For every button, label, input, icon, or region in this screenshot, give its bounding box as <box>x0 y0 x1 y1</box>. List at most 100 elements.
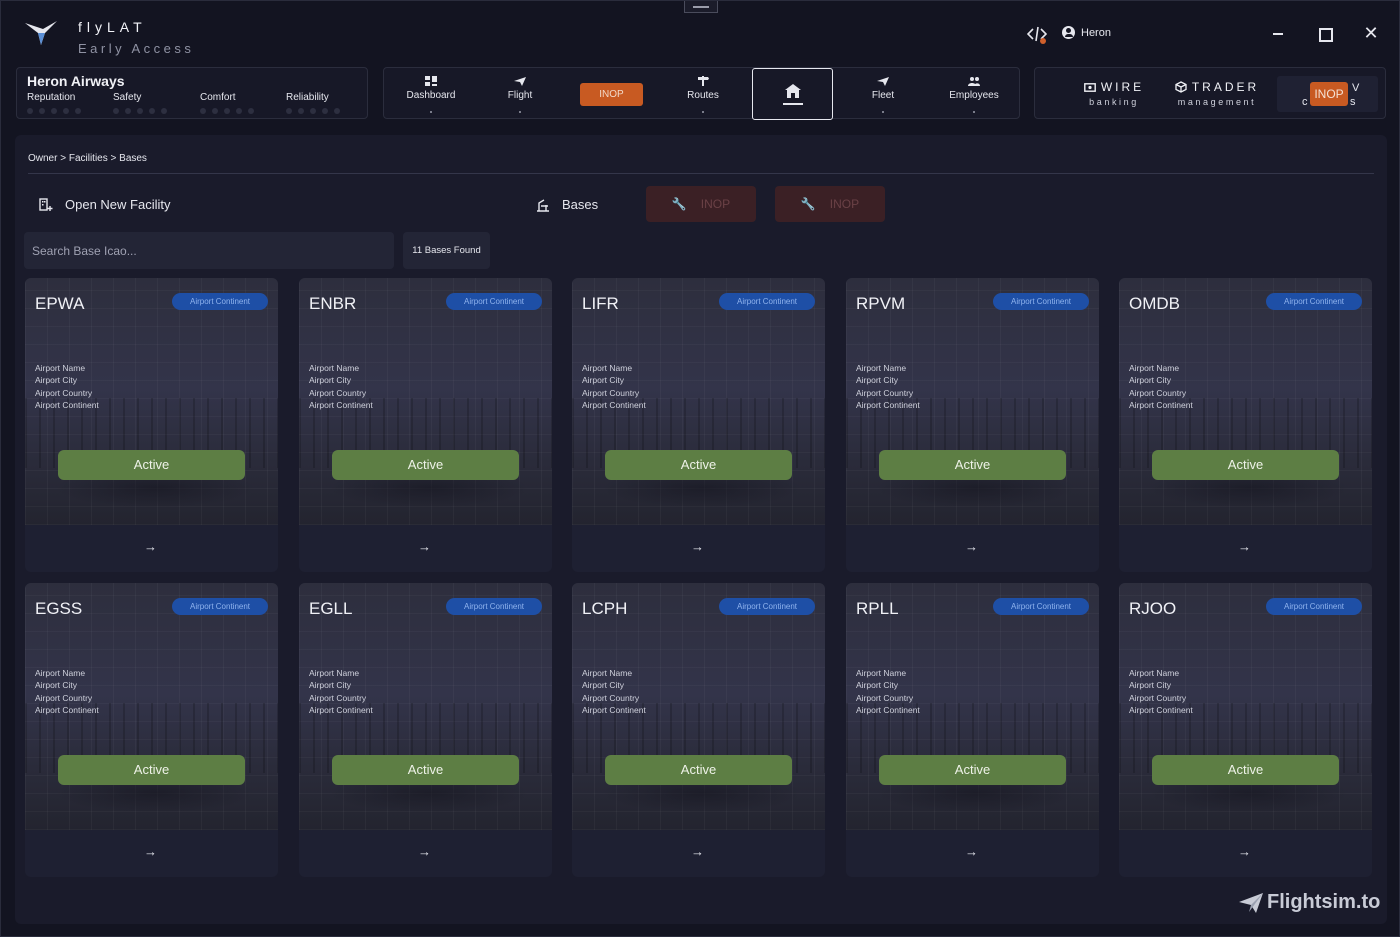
continent-badge: Airport Continent <box>719 598 815 615</box>
active-status-button[interactable]: Active <box>605 755 792 785</box>
arrow-right-icon[interactable]: → <box>144 539 157 554</box>
trader-label: TRADER <box>1191 80 1260 94</box>
active-status-button[interactable]: Active <box>332 450 519 480</box>
search-base-input[interactable] <box>24 232 394 269</box>
bird-logo-icon <box>25 21 57 45</box>
nav-flight-label: Flight <box>507 90 533 101</box>
nav-indicator <box>702 111 704 113</box>
third-service-partial-bottom-left: c <box>1302 96 1308 108</box>
safety-rating <box>113 108 167 114</box>
nav-employees[interactable]: Employees <box>934 68 1014 120</box>
airport-country: Airport Country <box>1129 692 1187 703</box>
active-status-button[interactable]: Active <box>58 755 245 785</box>
active-underline <box>783 103 803 105</box>
nav-employees-label: Employees <box>949 90 999 101</box>
airport-info: Airport Name Airport City Airport Countr… <box>582 667 646 717</box>
plane-icon <box>877 77 889 86</box>
airport-name: Airport Name <box>309 363 360 373</box>
open-new-facility-button[interactable]: Open New Facility <box>39 197 170 212</box>
active-status-button[interactable]: Active <box>1152 450 1339 480</box>
nav-facilities[interactable] <box>752 68 833 120</box>
airport-continent: Airport Continent <box>1129 705 1193 716</box>
metric-comfort: Comfort <box>200 92 236 103</box>
airport-country: Airport Country <box>1129 387 1187 398</box>
nav-flight[interactable]: Flight <box>480 68 560 120</box>
airport-name: Airport Name <box>856 363 907 373</box>
close-button[interactable]: ✕ <box>1361 23 1381 43</box>
airport-name: Airport Name <box>1129 668 1180 678</box>
arrow-right-icon[interactable]: → <box>691 539 704 554</box>
active-status-button[interactable]: Active <box>605 450 792 480</box>
airport-continent: Airport Continent <box>856 400 920 411</box>
airport-continent: Airport Continent <box>309 705 373 716</box>
wrench-icon: 🔧 <box>671 197 687 211</box>
banking-label: banking <box>1089 97 1139 107</box>
inop-button-2[interactable]: 🔧 INOP <box>775 186 885 222</box>
active-status-button[interactable]: Active <box>332 755 519 785</box>
nav-dashboard[interactable]: Dashboard <box>391 68 471 120</box>
dashboard-icon <box>425 76 437 86</box>
airline-panel: Heron Airways Reputation Safety Comfort … <box>16 67 368 119</box>
user-menu[interactable]: Heron <box>1062 26 1111 39</box>
minimize-button[interactable] <box>1268 23 1288 43</box>
airport-name: Airport Name <box>582 363 633 373</box>
airport-info: Airport Name Airport City Airport Countr… <box>35 667 99 717</box>
airport-info: Airport Name Airport City Airport Countr… <box>582 362 646 412</box>
notification-dot <box>1040 38 1046 44</box>
base-icao: LCPH <box>582 599 628 618</box>
wire-label: WIRE <box>1100 80 1145 94</box>
app-title: flyLAT <box>78 19 147 35</box>
airport-country: Airport Country <box>35 692 93 703</box>
airport-country: Airport Country <box>582 692 640 703</box>
airport-continent: Airport Continent <box>35 705 99 716</box>
third-service-partial-bottom-right: s <box>1350 96 1356 108</box>
nav-routes[interactable]: Routes <box>663 68 743 120</box>
base-card: ENBR Airport Continent Airport Name Airp… <box>299 278 552 572</box>
main-nav: Dashboard Flight INOP Routes Fleet Emplo… <box>383 67 1020 120</box>
base-icao: OMDB <box>1129 294 1180 313</box>
services-panel: WIRE banking TRADER management V c s INO… <box>1034 67 1386 119</box>
arrow-right-icon[interactable]: → <box>144 844 157 859</box>
bases-button[interactable]: Bases <box>536 197 598 212</box>
base-icao: RPVM <box>856 294 906 313</box>
nav-fleet[interactable]: Fleet <box>843 68 923 120</box>
airport-continent: Airport Continent <box>1129 400 1193 411</box>
continent-badge: Airport Continent <box>993 293 1089 310</box>
base-icao: EPWA <box>35 294 85 313</box>
maximize-button[interactable] <box>1314 23 1334 43</box>
arrow-right-icon[interactable]: → <box>965 539 978 554</box>
inop-button-1[interactable]: 🔧 INOP <box>646 186 756 222</box>
nav-inop-button[interactable]: INOP <box>580 83 643 106</box>
continent-badge: Airport Continent <box>1266 293 1362 310</box>
arrow-right-icon[interactable]: → <box>965 844 978 859</box>
active-status-button[interactable]: Active <box>58 450 245 480</box>
management-label: management <box>1177 97 1257 107</box>
airport-name: Airport Name <box>856 668 907 678</box>
nav-dashboard-label: Dashboard <box>406 90 456 101</box>
arrow-right-icon[interactable]: → <box>1238 844 1251 859</box>
continent-badge: Airport Continent <box>172 598 268 615</box>
base-card: RPVM Airport Continent Airport Name Airp… <box>846 278 1099 572</box>
breadcrumb: Owner > Facilities > Bases <box>28 153 147 164</box>
base-card: LIFR Airport Continent Airport Name Airp… <box>572 278 825 572</box>
airport-name: Airport Name <box>35 668 86 678</box>
airport-continent: Airport Continent <box>35 400 99 411</box>
trader-management-button[interactable]: TRADER management <box>1169 80 1265 107</box>
drag-handle[interactable] <box>684 1 718 13</box>
watermark: Flightsim.to <box>1239 891 1380 914</box>
arrow-right-icon[interactable]: → <box>1238 539 1251 554</box>
airport-info: Airport Name Airport City Airport Countr… <box>309 667 373 717</box>
third-service-partial-top: V <box>1352 82 1360 94</box>
arrow-right-icon[interactable]: → <box>691 844 704 859</box>
airport-city: Airport City <box>309 375 352 386</box>
wire-banking-button[interactable]: WIRE banking <box>1068 80 1160 107</box>
base-icao: ENBR <box>309 294 357 313</box>
user-name: Heron <box>1081 26 1111 39</box>
airport-city: Airport City <box>856 375 899 386</box>
active-status-button[interactable]: Active <box>879 450 1066 480</box>
arrow-right-icon[interactable]: → <box>418 539 431 554</box>
arrow-right-icon[interactable]: → <box>418 844 431 859</box>
active-status-button[interactable]: Active <box>879 755 1066 785</box>
active-status-button[interactable]: Active <box>1152 755 1339 785</box>
app-window: flyLAT Early Access Heron ✕ Heron Airway… <box>0 0 1400 937</box>
